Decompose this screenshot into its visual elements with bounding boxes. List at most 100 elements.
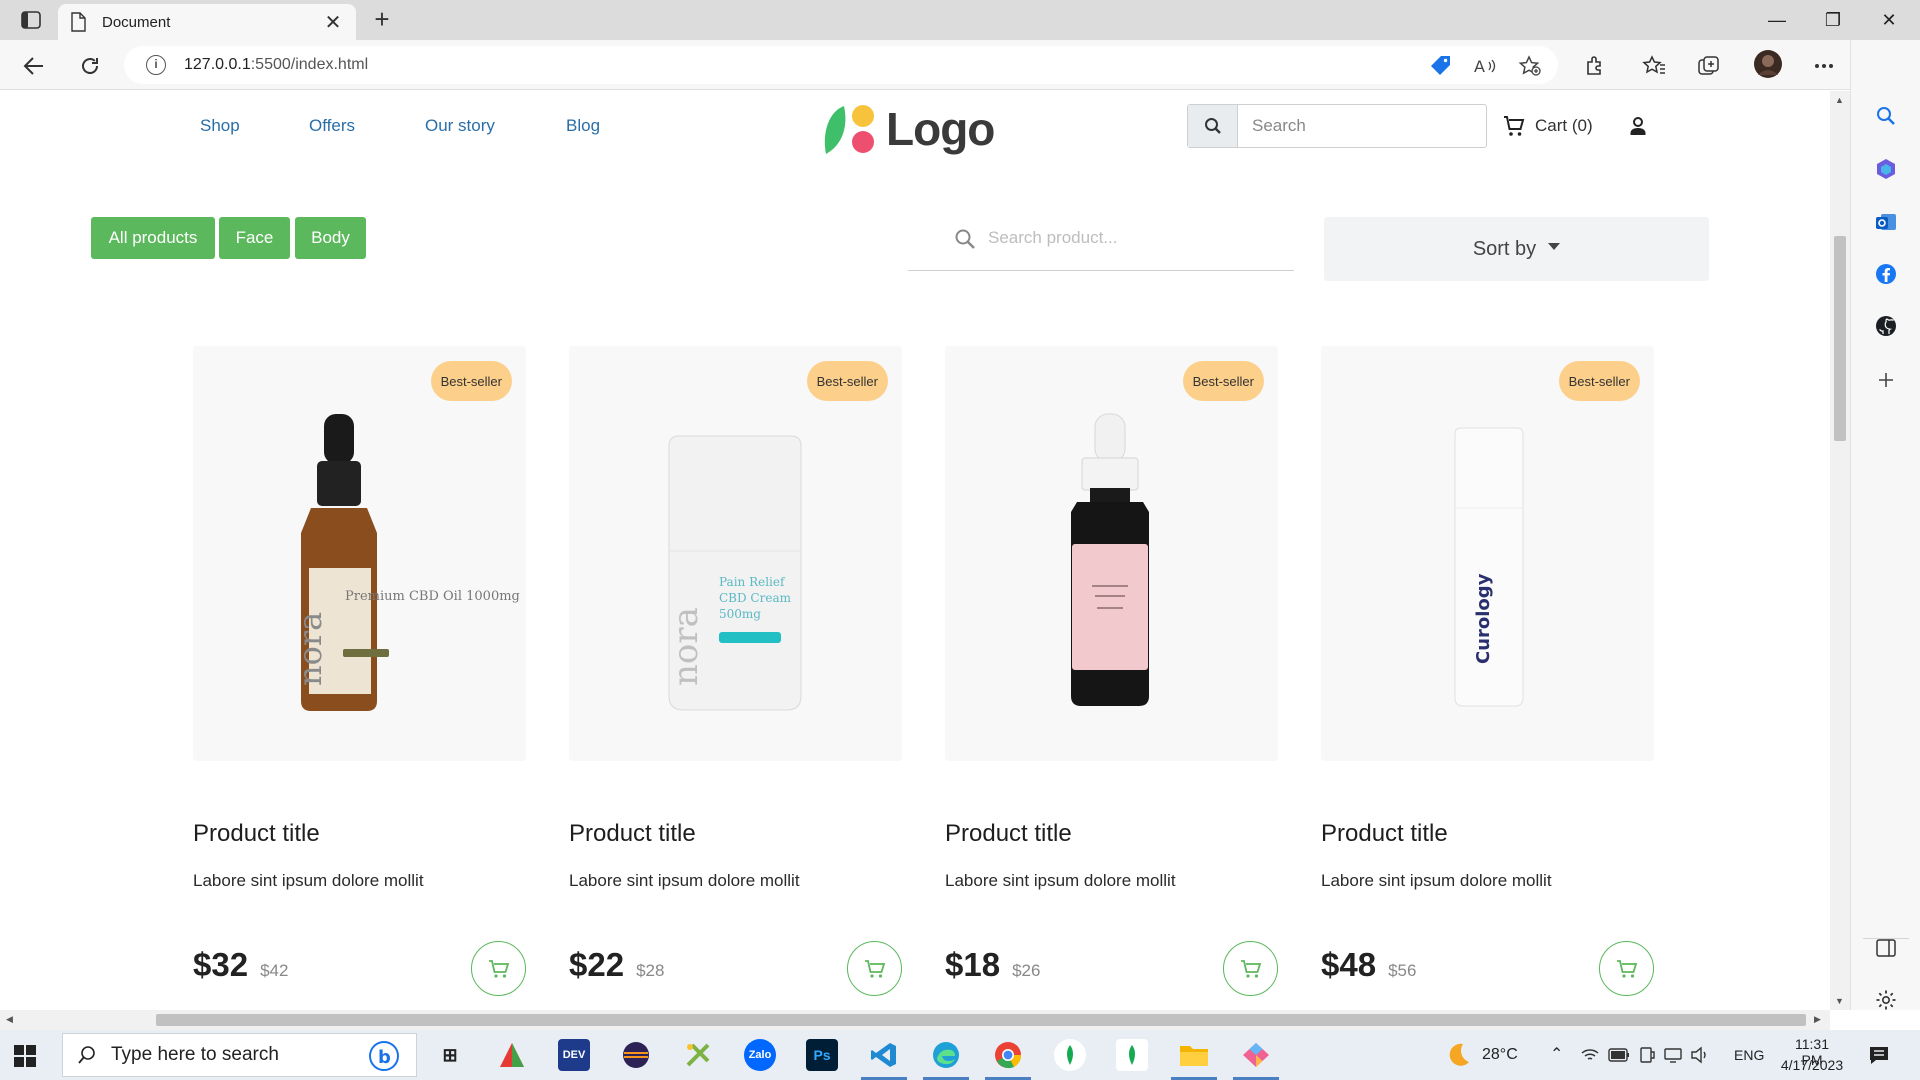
more-options-icon[interactable] [1810, 52, 1838, 80]
horizontal-scroll-thumb[interactable] [156, 1014, 1806, 1026]
back-icon[interactable] [18, 50, 50, 82]
restore-button[interactable]: ❐ [1810, 6, 1856, 34]
hide-sidebar-icon[interactable] [1874, 936, 1898, 960]
address-bar-row: i 127.0.0.1:5500/index.html A b [0, 40, 1920, 90]
add-to-cart-button[interactable] [847, 941, 902, 996]
site-logo[interactable]: Logo [820, 99, 995, 159]
add-sidebar-app-icon[interactable] [1874, 368, 1898, 392]
read-aloud-icon[interactable]: A [1472, 52, 1500, 80]
document-icon [71, 12, 86, 32]
zalo-icon[interactable]: Zalo [744, 1039, 776, 1071]
app-icon-colorful[interactable] [496, 1039, 528, 1071]
profile-avatar[interactable] [1752, 48, 1784, 80]
site-search-button[interactable] [1188, 105, 1238, 147]
product-card[interactable]: Best-seller Product title Labore sint ip… [945, 346, 1278, 996]
new-tab-button[interactable]: + [368, 6, 396, 34]
nav-link-blog[interactable]: Blog [566, 116, 600, 136]
add-to-cart-button[interactable] [471, 941, 526, 996]
site-search-input[interactable] [1238, 105, 1486, 147]
mongodb-icon[interactable] [1116, 1039, 1148, 1071]
vertical-scroll-thumb[interactable] [1834, 236, 1846, 441]
scroll-up-arrow[interactable]: ▲ [1835, 95, 1844, 105]
edge-sidebar [1850, 40, 1920, 1010]
close-window-button[interactable]: ✕ [1866, 6, 1912, 34]
add-favorite-icon[interactable] [1516, 52, 1544, 80]
display-icon[interactable] [1664, 1046, 1682, 1064]
nav-link-shop[interactable]: Shop [200, 116, 240, 136]
add-to-cart-button[interactable] [1223, 941, 1278, 996]
site-info-icon[interactable]: i [146, 55, 166, 75]
product-price: $22 [569, 946, 625, 983]
product-title[interactable]: Product title [1321, 820, 1448, 848]
file-explorer-icon[interactable] [1178, 1039, 1210, 1071]
product-card[interactable]: Best-seller Curology Product title Labor… [1321, 346, 1654, 996]
product-title[interactable]: Product title [193, 820, 320, 848]
input-language[interactable]: ENG [1734, 1047, 1764, 1063]
shopping-tag-icon[interactable] [1427, 52, 1455, 80]
horizontal-scrollbar[interactable]: ◀ ▶ [0, 1010, 1830, 1030]
sort-by-dropdown[interactable]: Sort by [1324, 217, 1709, 281]
battery-icon[interactable] [1608, 1048, 1630, 1062]
product-description: Labore sint ipsum dolore mollit [193, 871, 424, 890]
cart-icon [488, 959, 509, 978]
product-card[interactable]: Best-seller Premium CBD Oil 1000mg nora … [193, 346, 526, 996]
scroll-down-arrow[interactable]: ▼ [1835, 996, 1844, 1006]
devc-icon[interactable]: DEV [558, 1039, 590, 1071]
vscode-icon[interactable] [868, 1039, 900, 1071]
eclipse-icon[interactable] [620, 1039, 652, 1071]
user-account-icon[interactable] [1627, 115, 1649, 137]
add-to-cart-button[interactable] [1599, 941, 1654, 996]
cart-icon [1240, 959, 1261, 978]
search-icon[interactable] [1874, 104, 1898, 128]
collections-icon[interactable] [1695, 52, 1723, 80]
taskbar-date[interactable]: 4/17/2023 [1779, 1057, 1845, 1073]
close-tab-icon[interactable]: ✕ [322, 10, 344, 35]
github-icon[interactable] [1874, 314, 1898, 338]
mongodb-compass-icon[interactable] [1054, 1039, 1086, 1071]
product-image: Curology [1454, 427, 1524, 707]
cart-label: Cart (0) [1535, 116, 1593, 135]
filter-chip-all-products[interactable]: All products [91, 217, 215, 259]
sidebar-settings-icon[interactable] [1874, 988, 1898, 1012]
tab-actions-icon[interactable] [18, 8, 44, 32]
product-search-input[interactable] [988, 227, 1278, 248]
edge-icon[interactable] [930, 1039, 962, 1071]
nav-link-offers[interactable]: Offers [309, 116, 355, 136]
outlook-icon[interactable] [1874, 210, 1898, 234]
network-icon[interactable] [1580, 1047, 1600, 1063]
scroll-left-arrow[interactable]: ◀ [6, 1014, 13, 1025]
task-view-icon[interactable]: ⊞ [434, 1039, 466, 1071]
notifications-icon[interactable] [1868, 1045, 1890, 1065]
app-icon-diamond[interactable] [1240, 1039, 1272, 1071]
speaker-icon[interactable] [1690, 1046, 1710, 1064]
browser-tab[interactable]: Document ✕ [58, 4, 356, 40]
chrome-icon[interactable] [992, 1039, 1024, 1071]
product-title[interactable]: Product title [569, 820, 696, 848]
filter-chip-face[interactable]: Face [219, 217, 290, 259]
show-hidden-icons[interactable]: ⌃ [1550, 1044, 1563, 1064]
url-field[interactable]: i 127.0.0.1:5500/index.html [124, 46, 1558, 84]
filter-chip-body[interactable]: Body [295, 217, 366, 259]
facebook-icon[interactable] [1874, 262, 1898, 286]
windows-start-icon[interactable] [14, 1045, 36, 1067]
device-icon[interactable] [1638, 1046, 1656, 1064]
scroll-right-arrow[interactable]: ▶ [1814, 1014, 1821, 1025]
tools-icon[interactable] [682, 1039, 714, 1071]
bing-icon[interactable]: b [367, 1040, 401, 1072]
taskbar-search[interactable]: Type here to search b [62, 1033, 417, 1077]
product-card[interactable]: Best-seller Pain Relief CBD Cream 500mg … [569, 346, 902, 996]
refresh-icon[interactable] [74, 50, 106, 82]
weather-icon[interactable] [1442, 1039, 1474, 1071]
cart-link[interactable]: Cart (0) [1503, 115, 1593, 137]
extensions-icon[interactable] [1581, 52, 1609, 80]
product-title[interactable]: Product title [945, 820, 1072, 848]
windows-taskbar: Type here to search b ⊞ DEV Zalo Ps 28°C… [0, 1030, 1920, 1080]
vertical-scrollbar[interactable]: ▲ ▼ [1830, 91, 1850, 1010]
photoshop-icon[interactable]: Ps [806, 1039, 838, 1071]
discover-icon[interactable] [1874, 157, 1898, 181]
product-description: Labore sint ipsum dolore mollit [1321, 871, 1552, 890]
tab-title: Document [102, 13, 171, 31]
nav-link-our-story[interactable]: Our story [425, 116, 495, 136]
favorites-icon[interactable] [1640, 52, 1668, 80]
minimize-button[interactable]: — [1754, 6, 1800, 34]
